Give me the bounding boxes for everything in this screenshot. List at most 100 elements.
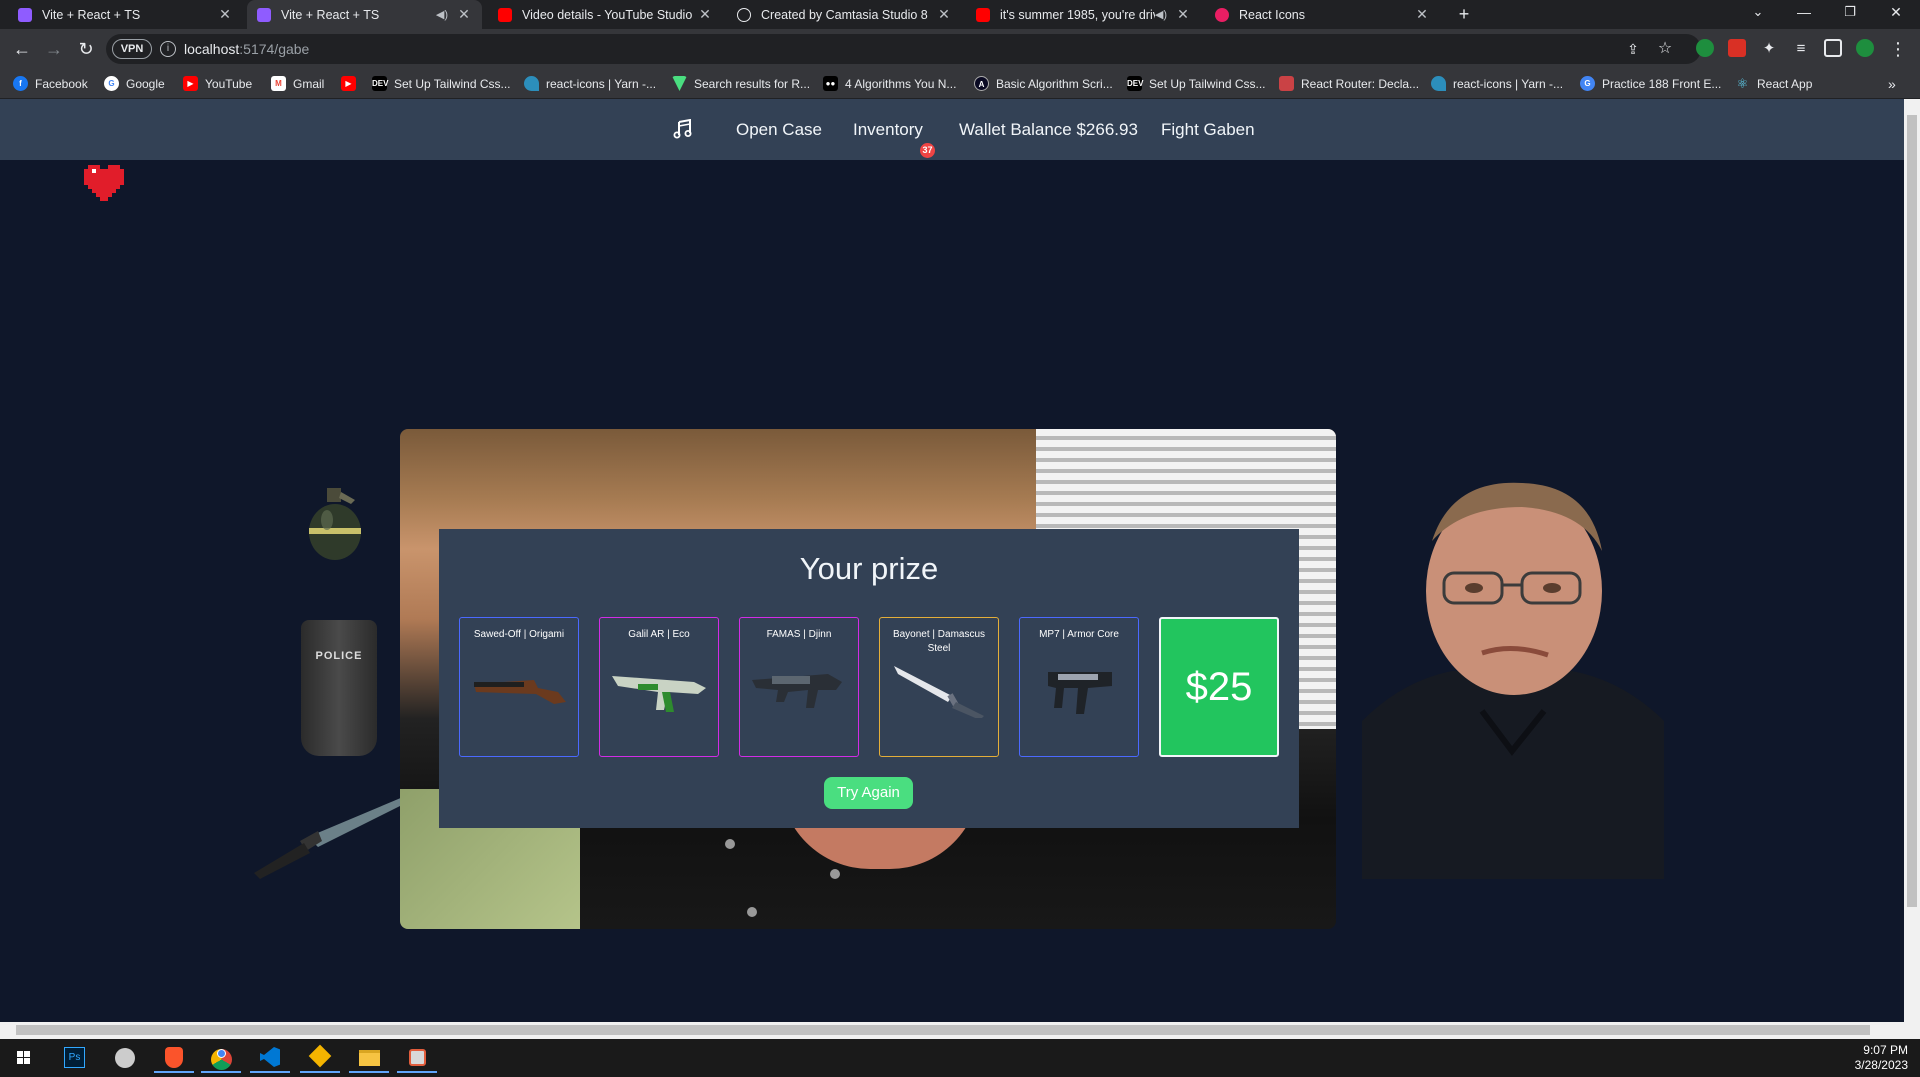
photoshop-icon[interactable]: Ps: [54, 1043, 94, 1073]
music-note-icon[interactable]: [673, 119, 693, 139]
bookmark-label: Facebook: [35, 76, 88, 91]
rifle-icon: [612, 676, 706, 712]
extension-shield-icon[interactable]: [1696, 39, 1714, 57]
bookmark-google[interactable]: G Google: [104, 76, 165, 91]
react-icons-icon: [1215, 7, 1229, 22]
bookmarks-overflow-icon[interactable]: »: [1888, 76, 1896, 92]
bookmark-search-results[interactable]: Search results for R...: [672, 76, 810, 91]
bookmark-react-app[interactable]: ⚛ React App: [1735, 76, 1813, 91]
windows-start-icon[interactable]: [4, 1043, 44, 1073]
browser-tab-3[interactable]: Video details - YouTube Studio ✕: [488, 0, 723, 29]
menu-kebab-icon[interactable]: ⋮: [1886, 37, 1910, 61]
nav-fight-gaben[interactable]: Fight Gaben: [1161, 99, 1255, 160]
forward-icon[interactable]: →: [42, 37, 66, 61]
close-icon[interactable]: ✕: [1175, 6, 1191, 23]
tab-title: Video details - YouTube Studio: [522, 7, 693, 22]
media-control-icon[interactable]: ≡: [1789, 37, 1813, 61]
freecodecamp-icon: A: [974, 76, 989, 91]
close-icon[interactable]: ✕: [217, 6, 233, 23]
close-icon[interactable]: ✕: [936, 6, 952, 23]
browser-tab-5[interactable]: it's summer 1985, you're driv ◀) ✕: [966, 0, 1201, 29]
extensions-puzzle-icon[interactable]: ✦: [1757, 37, 1781, 61]
file-explorer-icon[interactable]: [349, 1043, 389, 1073]
bookmark-youtube-2[interactable]: ▶: [341, 76, 363, 91]
snipping-tool-icon[interactable]: [397, 1043, 437, 1073]
bookmark-tailwind-2[interactable]: DEV Set Up Tailwind Css...: [1127, 76, 1266, 91]
speaker-icon[interactable]: ◀): [436, 8, 448, 21]
git-client-icon[interactable]: [300, 1043, 340, 1073]
nav-inventory[interactable]: Inventory: [853, 99, 923, 160]
prize-title: Your prize: [799, 551, 939, 586]
bookmark-practice[interactable]: G Practice 188 Front E...: [1580, 76, 1721, 91]
brave-icon[interactable]: [154, 1043, 194, 1073]
prize-card[interactable]: Galil AR | Eco: [599, 617, 719, 757]
bookmark-algorithms[interactable]: ●● 4 Algorithms You N...: [823, 76, 956, 91]
chrome-icon[interactable]: [201, 1043, 241, 1073]
youtube-icon: [976, 7, 990, 22]
prize-card[interactable]: Sawed-Off | Origami: [459, 617, 579, 757]
rocket-app-icon[interactable]: [104, 1043, 144, 1073]
vertical-scroll-thumb[interactable]: [1907, 115, 1917, 907]
bookmark-label: React App: [1757, 76, 1813, 91]
bookmark-tailwind-1[interactable]: DEV Set Up Tailwind Css...: [372, 76, 511, 91]
yarn-icon: [1431, 76, 1446, 91]
bookmark-youtube[interactable]: ▶ YouTube: [183, 76, 252, 91]
vertical-scrollbar[interactable]: [1904, 99, 1920, 1039]
bookmark-react-router[interactable]: React Router: Decla...: [1279, 76, 1419, 91]
bookmark-react-icons-2[interactable]: react-icons | Yarn -...: [1431, 76, 1563, 91]
info-icon[interactable]: i: [160, 41, 176, 57]
new-tab-icon[interactable]: +: [1452, 2, 1476, 26]
bookmark-label: Basic Algorithm Scri...: [996, 76, 1113, 91]
speaker-icon[interactable]: ◀): [1155, 8, 1167, 21]
bookmark-gmail[interactable]: M Gmail: [271, 76, 324, 91]
prize-card[interactable]: MP7 | Armor Core: [1019, 617, 1139, 757]
shirt-button: [725, 839, 735, 849]
bookmark-star-icon[interactable]: ☆: [1653, 37, 1677, 61]
side-panel-icon[interactable]: [1824, 39, 1842, 57]
horizontal-scroll-thumb[interactable]: [16, 1025, 1870, 1035]
close-icon[interactable]: ✕: [697, 6, 713, 23]
horizontal-scrollbar[interactable]: [0, 1022, 1904, 1039]
extension-red-icon[interactable]: [1728, 39, 1746, 57]
vscode-icon[interactable]: [250, 1043, 290, 1073]
google-icon: G: [1580, 76, 1595, 91]
profile-check-icon[interactable]: [1856, 39, 1874, 57]
close-icon[interactable]: ✕: [1414, 6, 1430, 23]
close-icon[interactable]: ✕: [456, 6, 472, 23]
share-icon[interactable]: ⇪: [1621, 37, 1645, 61]
browser-tab-strip: Vite + React + TS ✕ Vite + React + TS ◀)…: [0, 0, 1920, 29]
tab-search-icon[interactable]: ⌄: [1746, 0, 1770, 24]
tab-title: Vite + React + TS: [42, 7, 141, 22]
vpn-badge[interactable]: VPN: [112, 39, 152, 59]
address-bar[interactable]: VPN i localhost:5174/gabe ⇪ ☆: [106, 34, 1701, 64]
cash-prize-card[interactable]: $25: [1159, 617, 1279, 757]
url-host: localhost: [184, 41, 240, 57]
back-icon[interactable]: ←: [10, 37, 34, 61]
prize-card[interactable]: FAMAS | Djinn: [739, 617, 859, 757]
minimize-icon[interactable]: —: [1792, 0, 1816, 24]
browser-tab-4[interactable]: Created by Camtasia Studio 8 ✕: [727, 0, 962, 29]
famas-icon: [752, 674, 842, 708]
prize-card[interactable]: Bayonet | Damascus Steel: [879, 617, 999, 757]
taskbar-clock: 9:07 PM 3/28/2023: [1855, 1043, 1908, 1073]
bookmark-react-icons-1[interactable]: react-icons | Yarn -...: [524, 76, 656, 91]
nav-open-case[interactable]: Open Case: [736, 99, 822, 160]
url-text[interactable]: localhost:5174/gabe: [184, 41, 309, 57]
reload-icon[interactable]: ↻: [74, 37, 98, 61]
shirt-button: [830, 869, 840, 879]
window-close-icon[interactable]: ✕: [1884, 0, 1908, 24]
prize-card-name: FAMAS | Djinn: [766, 629, 832, 640]
try-again-button[interactable]: Try Again: [824, 777, 913, 809]
bookmark-basic-algorithm[interactable]: A Basic Algorithm Scri...: [974, 76, 1113, 91]
app-navbar: Open Case Inventory Wallet Balance $266.…: [0, 99, 1904, 160]
browser-tab-2[interactable]: Vite + React + TS ◀) ✕: [247, 0, 482, 29]
facebook-icon: f: [13, 76, 28, 91]
bookmark-label: react-icons | Yarn -...: [546, 76, 657, 91]
bookmark-facebook[interactable]: f Facebook: [13, 76, 88, 91]
youtube-icon: ▶: [341, 76, 356, 91]
react-router-icon: [1279, 76, 1294, 91]
browser-tab-1[interactable]: Vite + React + TS ✕: [8, 0, 243, 29]
restore-icon[interactable]: ❐: [1838, 0, 1862, 24]
browser-tab-6[interactable]: React Icons ✕: [1205, 0, 1440, 29]
prize-card-name: Sawed-Off | Origami: [473, 629, 565, 640]
